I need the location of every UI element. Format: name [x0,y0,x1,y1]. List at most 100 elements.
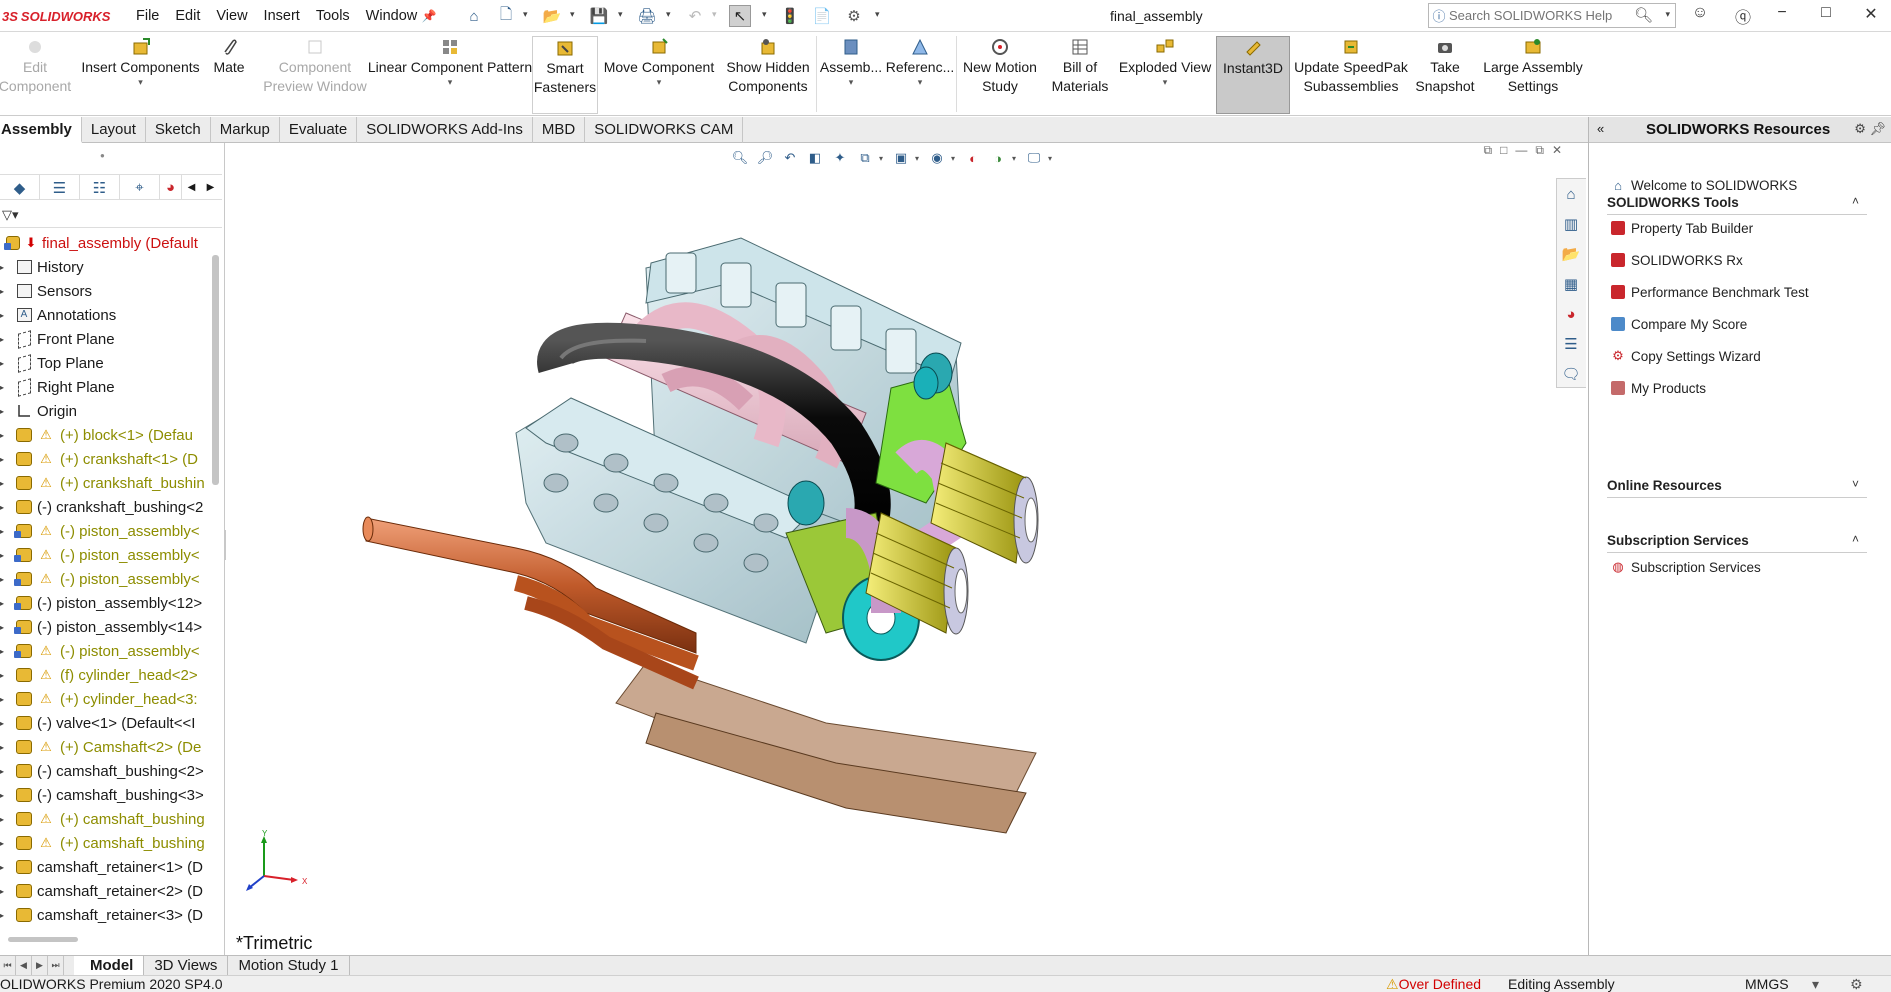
apply-scene-icon[interactable]: ◑ [987,147,1009,169]
tree-item[interactable]: ▸ ⚠ (-) piston_assembly< [0,567,212,591]
expand-arrow-icon[interactable]: ▸ [0,719,14,728]
expand-arrow-icon[interactable]: ▸ [0,647,14,656]
menu-tools[interactable]: Tools [308,6,358,26]
tree-item[interactable]: ▸ ⚠ (-) piston_assembly< [0,519,212,543]
menu-view[interactable]: View [208,6,255,26]
home-icon[interactable]: ⌂ [463,5,485,27]
performance-benchmark-link[interactable]: Performance Benchmark Test [1609,284,1809,300]
expand-arrow-icon[interactable]: ▸ [0,911,14,920]
tree-item[interactable]: ▸ camshaft_retainer<1> (D [0,855,212,879]
tab-scroll-left-icon[interactable]: ◀ [182,175,201,200]
tab-model[interactable]: Model [74,956,145,976]
previous-tab-icon[interactable]: ◀ [16,956,32,975]
viewport-close-icon[interactable]: ✕ [1552,143,1562,158]
expand-arrow-icon[interactable]: ▸ [0,743,14,752]
expand-arrow-icon[interactable]: ▸ [0,407,14,416]
chevron-up-icon[interactable]: ˄ [1852,532,1859,546]
view-orientation-icon[interactable]: ⧉ [854,147,876,169]
tab-motion-study-1[interactable]: Motion Study 1 [228,956,350,976]
smart-fasteners-button[interactable]: Smart Fasteners [532,36,598,114]
collapse-pane-icon[interactable]: − [1768,4,1796,28]
tree-root-assembly[interactable]: ⬇ final_assembly (Default [0,231,212,255]
search-dropdown-icon[interactable]: ▾ [1665,9,1670,20]
update-speedpak-button[interactable]: Update SpeedPak Subassemblies [1294,36,1408,114]
exploded-view-button[interactable]: Exploded View ▾ [1118,36,1212,114]
save-dropdown-icon[interactable]: ▾ [618,9,623,20]
custom-properties-icon[interactable]: ☰ [1557,329,1585,359]
tab-solidworks-cam[interactable]: SOLIDWORKS CAM [585,117,744,143]
viewport-maximize-icon[interactable]: ⧉ [1535,143,1544,158]
section-view-icon[interactable]: ◧ [804,147,826,169]
tab-layout[interactable]: Layout [82,117,146,143]
task-pane-pin-icon[interactable]: ⚙ 📌︎ [1854,121,1886,137]
previous-view-icon[interactable]: ↶ [779,147,801,169]
design-library-icon[interactable]: ▥ [1557,209,1585,239]
expand-arrow-icon[interactable]: ▸ [0,887,14,896]
print-icon[interactable]: 🖨 [636,5,658,27]
expand-arrow-icon[interactable]: ▸ [0,503,14,512]
welcome-link[interactable]: ⌂ Welcome to SOLIDWORKS [1609,177,1797,193]
zoom-to-fit-icon[interactable]: 🔍︎ [729,147,751,169]
expand-arrow-icon[interactable]: ▸ [0,383,14,392]
expand-arrow-icon[interactable]: ▸ [0,695,14,704]
tab-mbd[interactable]: MBD [533,117,586,143]
move-component-dropdown-icon[interactable]: ▾ [657,77,662,87]
tree-item[interactable]: ▸ (-) piston_assembly<14> [0,615,212,639]
tree-item[interactable]: ▸ ⚠ (+) Camshaft<2> (De [0,735,212,759]
move-component-button[interactable]: Move Component ▾ [600,36,718,114]
undo-dropdown-icon[interactable]: ▾ [712,9,717,20]
instant3d-button[interactable]: Instant3D [1216,36,1290,114]
show-hidden-components-button[interactable]: Show Hidden Components [722,36,814,114]
tree-item[interactable]: ▸ Top Plane [0,351,212,375]
expand-arrow-icon[interactable]: ▸ [0,575,14,584]
assembly-features-button[interactable]: Assemb... ▾ [818,36,884,114]
tree-item[interactable]: ▸ Origin [0,399,212,423]
tree-item[interactable]: ▸ ⚠ (-) piston_assembly< [0,639,212,663]
expand-arrow-icon[interactable]: ▸ [0,599,14,608]
dimxpert-manager-tab-icon[interactable]: ⌖ [120,175,160,200]
help-search-input[interactable] [1449,8,1629,23]
tab-solidworks-addins[interactable]: SOLIDWORKS Add-Ins [357,117,533,143]
expand-arrow-icon[interactable]: ▸ [0,431,14,440]
compare-my-score-link[interactable]: Compare My Score [1609,316,1747,332]
next-tab-icon[interactable]: ▶ [32,956,48,975]
forum-icon[interactable]: 🗨 [1557,359,1585,389]
new-motion-study-button[interactable]: New Motion Study [958,36,1042,114]
tree-item[interactable]: ▸ ⚠ (+) crankshaft_bushin [0,471,212,495]
units-dropdown-icon[interactable]: ▾ [1812,976,1819,992]
display-style-dropdown-icon[interactable]: ▾ [915,154,923,163]
maximize-icon[interactable]: □ [1812,4,1840,28]
expand-arrow-icon[interactable]: ▸ [0,839,14,848]
print-dropdown-icon[interactable]: ▾ [666,9,671,20]
view-settings-dropdown-icon[interactable]: ▾ [1048,154,1056,163]
tree-item[interactable]: ▸ ⚠ (+) crankshaft<1> (D [0,447,212,471]
tab-3d-views[interactable]: 3D Views [144,956,229,976]
select-pointer-icon[interactable]: ↖ [729,5,751,27]
hide-show-items-icon[interactable]: ◉ [926,147,948,169]
reference-geometry-button[interactable]: Referenc... ▾ [886,36,954,114]
expand-arrow-icon[interactable]: ▸ [0,287,14,296]
tree-item[interactable]: ▸ Right Plane [0,375,212,399]
menu-edit[interactable]: Edit [167,6,208,26]
first-tab-icon[interactable]: ⏮ [0,956,16,975]
property-tab-builder-link[interactable]: Property Tab Builder [1609,220,1753,236]
menu-insert[interactable]: Insert [256,6,308,26]
solidworks-tools-section-header[interactable]: SOLIDWORKS Tools ˄ [1607,193,1867,215]
reference-geometry-dropdown-icon[interactable]: ▾ [918,77,923,87]
search-magnifier-icon[interactable]: 🔍︎ [1634,6,1653,24]
tree-item[interactable]: ▸ History [0,255,212,279]
tree-item[interactable]: ▸ A Annotations [0,303,212,327]
options-dropdown-icon[interactable]: ▾ [875,9,880,20]
expand-arrow-icon[interactable]: ▸ [0,671,14,680]
take-snapshot-button[interactable]: Take Snapshot [1414,36,1476,114]
help-icon[interactable]: ⓠ [1729,4,1757,28]
expand-arrow-icon[interactable]: ▸ [0,815,14,824]
expand-arrow-icon[interactable]: ▸ [0,263,14,272]
apply-scene-dropdown-icon[interactable]: ▾ [1012,154,1020,163]
tree-item[interactable]: ▸ ⚠ (+) camshaft_bushing [0,807,212,831]
tree-item[interactable]: ▸ Sensors [0,279,212,303]
expand-arrow-icon[interactable]: ▸ [0,455,14,464]
save-icon[interactable]: 💾 [588,5,610,27]
tree-item[interactable]: ▸ Front Plane [0,327,212,351]
open-folder-icon[interactable]: 📂 [541,5,563,27]
